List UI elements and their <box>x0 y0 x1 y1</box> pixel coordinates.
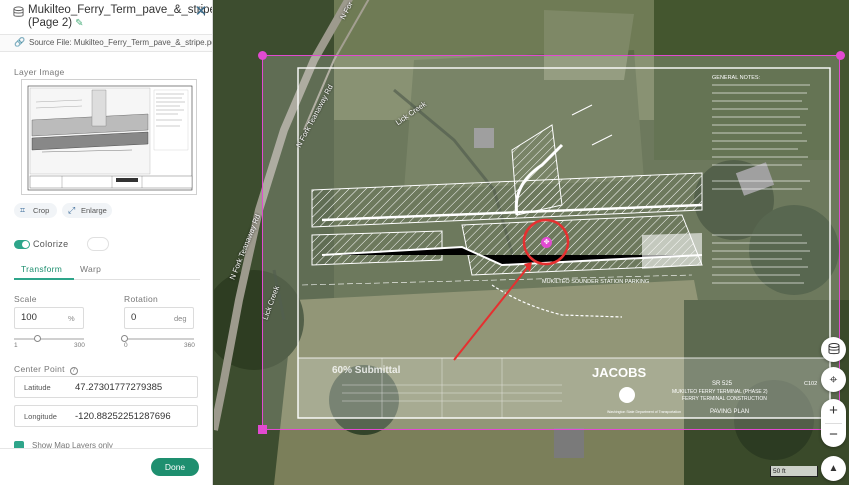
tab-transform[interactable]: Transform <box>21 264 62 274</box>
scale-min: 1 <box>14 342 18 349</box>
rotation-value: 0 <box>131 312 137 323</box>
center-point-label: Center Point ? <box>14 364 78 375</box>
zoom-out-button[interactable]: − <box>821 423 846 447</box>
locate-icon[interactable]: ⌖ <box>821 367 846 392</box>
zoom-control: + − <box>821 399 846 447</box>
latitude-value: 47.27301777279385 <box>75 382 163 393</box>
layer-image-label: Layer Image <box>14 67 65 77</box>
done-button[interactable]: Done <box>151 458 199 476</box>
info-icon[interactable]: ? <box>69 367 78 375</box>
colorize-label: Colorize <box>33 239 69 249</box>
rotation-label: Rotation <box>124 294 159 304</box>
panel-footer: Done <box>0 448 212 485</box>
move-handle-icon[interactable]: ✥ <box>541 237 552 248</box>
enlarge-button[interactable]: ⤢ Enlarge <box>62 203 112 218</box>
scale-label: Scale <box>14 294 37 304</box>
source-file-label: Source File: Mukilteo_Ferry_Term_pave_&_… <box>29 38 213 47</box>
crop-button[interactable]: ⌗ Crop <box>14 203 57 218</box>
stack-icon <box>828 343 839 355</box>
center-point-text: Center Point <box>14 364 65 374</box>
resize-handle-top-left[interactable] <box>258 51 267 60</box>
layer-title-text: Mukilteo_Ferry_Term_pave_&_stripe.pdf (P… <box>28 4 212 29</box>
zoom-in-button[interactable]: + <box>821 399 846 423</box>
layer-image-thumbnail <box>21 79 197 195</box>
scale-max: 300 <box>74 342 85 349</box>
scale-value: 100 <box>21 312 37 323</box>
map-canvas[interactable]: GENERAL NOTES: 60% Submittal JACOBS Wash… <box>214 0 849 485</box>
enlarge-icon: ⤢ <box>68 205 76 215</box>
map-scale-bar: 50 ft <box>770 466 818 477</box>
tab-warp[interactable]: Warp <box>80 264 101 274</box>
rotation-slider[interactable] <box>124 338 194 340</box>
compass-icon[interactable]: ▲ <box>821 456 846 481</box>
rotate-handle-bottom-left[interactable] <box>258 425 267 434</box>
scale-unit: % <box>68 314 75 323</box>
layer-thumbnail-drawing <box>27 85 193 191</box>
crop-label: Crop <box>33 206 50 215</box>
rotation-slider-handle[interactable] <box>121 335 128 342</box>
longitude-value: -120.88252251287696 <box>75 411 171 422</box>
rotation-max: 360 <box>184 342 195 349</box>
layers-toggle-icon[interactable] <box>821 337 846 362</box>
annotation-arrow <box>453 218 570 361</box>
colorize-color-swatch[interactable] <box>87 237 109 251</box>
close-icon[interactable]: ✕ <box>194 4 208 19</box>
scale-slider-handle[interactable] <box>34 335 42 342</box>
layers-icon <box>13 6 24 17</box>
rotation-min: 0 <box>124 342 128 349</box>
source-file-row: 🔗 Source File: Mukilteo_Ferry_Term_pave_… <box>0 34 213 52</box>
panel-header: Mukilteo_Ferry_Term_pave_&_stripe.pdf (P… <box>0 0 212 33</box>
layer-editor-panel: Mukilteo_Ferry_Term_pave_&_stripe.pdf (P… <box>0 0 213 485</box>
tab-active-indicator <box>14 278 74 280</box>
latitude-label: Latitude <box>24 383 51 392</box>
edit-pencil-icon[interactable]: ✎ <box>75 17 83 30</box>
layer-title: Mukilteo_Ferry_Term_pave_&_stripe.pdf (P… <box>28 4 212 30</box>
crop-icon: ⌗ <box>20 205 26 215</box>
colorize-toggle[interactable] <box>14 240 30 249</box>
longitude-label: Longitude <box>24 412 57 421</box>
rotation-unit: deg <box>174 314 187 323</box>
link-icon: 🔗 <box>14 37 26 47</box>
scale-slider[interactable] <box>14 338 84 340</box>
resize-handle-top-right[interactable] <box>836 51 845 60</box>
enlarge-label: Enlarge <box>81 206 107 215</box>
